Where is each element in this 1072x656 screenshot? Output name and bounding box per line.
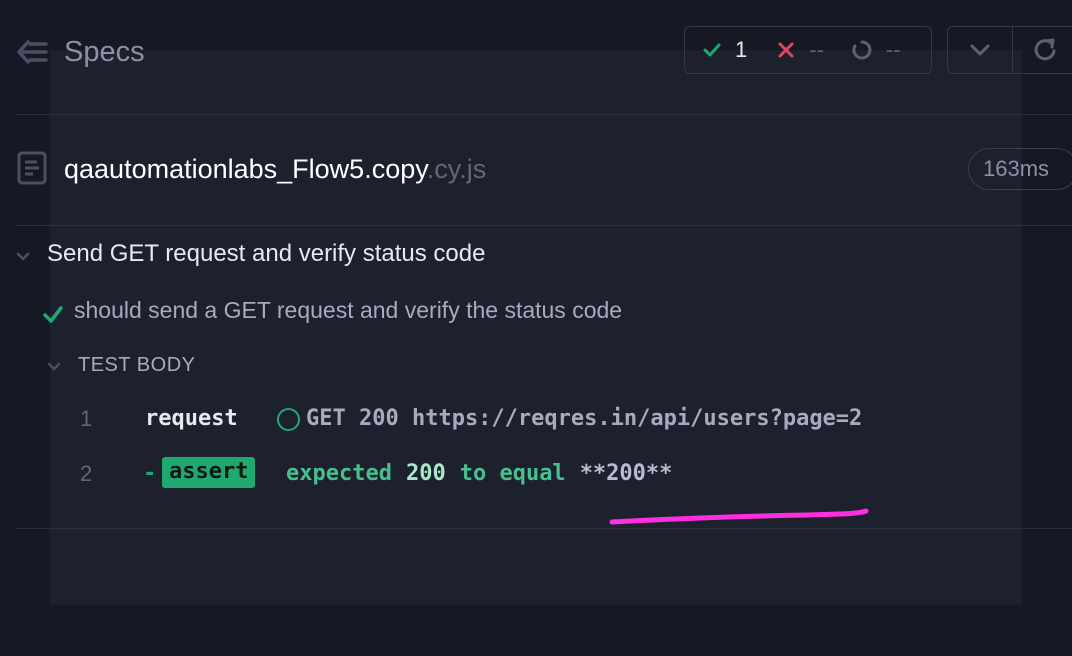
annotation-underline bbox=[609, 508, 869, 525]
header-divider bbox=[16, 114, 1072, 115]
refresh-icon bbox=[1034, 38, 1055, 61]
request-status-circle-icon bbox=[277, 408, 300, 431]
failed-count: -- bbox=[809, 37, 824, 62]
passed-stat: 1 bbox=[703, 27, 747, 73]
spec-file-name[interactable]: qaautomationlabs_Flow5.copy.cy.js bbox=[64, 154, 486, 185]
spec-file-extension: .cy.js bbox=[426, 154, 487, 184]
passed-count: 1 bbox=[735, 37, 748, 62]
file-divider bbox=[16, 225, 1072, 226]
assert-message: expected 200 to equal **200** bbox=[286, 461, 672, 486]
check-icon bbox=[703, 43, 721, 57]
expand-collapse-button[interactable] bbox=[948, 27, 1012, 73]
assert-message-expected: expected bbox=[286, 461, 392, 486]
suite-title[interactable]: Send GET request and verify status code bbox=[47, 240, 485, 268]
spec-duration-badge: 163ms bbox=[968, 148, 1072, 190]
command-number: 2 bbox=[80, 461, 93, 486]
assert-message-matcher: to equal bbox=[459, 461, 566, 486]
command-dash: - bbox=[143, 461, 157, 486]
back-arrow-icon[interactable] bbox=[16, 38, 48, 66]
chevron-down-icon bbox=[970, 44, 990, 56]
body-bottom-divider bbox=[16, 528, 1072, 529]
test-title[interactable]: should send a GET request and verify the… bbox=[74, 297, 622, 324]
command-message: GET 200 https://reqres.in/api/users?page… bbox=[306, 406, 863, 431]
pending-stat: -- bbox=[852, 27, 901, 73]
test-passed-check-icon bbox=[43, 306, 63, 323]
test-body-chevron-icon[interactable] bbox=[46, 361, 62, 373]
assert-badge: assert bbox=[162, 457, 256, 488]
command-name: request bbox=[145, 406, 238, 431]
pending-count: -- bbox=[885, 37, 901, 62]
specs-title[interactable]: Specs bbox=[64, 36, 145, 69]
command-number: 1 bbox=[80, 406, 93, 431]
suite-chevron-icon[interactable] bbox=[15, 251, 31, 263]
file-icon bbox=[17, 151, 47, 185]
x-icon bbox=[778, 42, 794, 58]
failed-stat: -- bbox=[777, 27, 824, 73]
test-stats: 1 -- -- bbox=[684, 26, 932, 74]
spec-file-basename: qaautomationlabs_Flow5.copy bbox=[64, 154, 427, 184]
reporter: Specs 1 -- -- qaautomationlabs_Flow5.cop… bbox=[0, 0, 1072, 656]
rerun-button[interactable] bbox=[1012, 27, 1072, 73]
pending-spinner-icon bbox=[852, 40, 872, 60]
assert-message-expected-value: **200** bbox=[579, 461, 673, 486]
assert-message-actual-value: 200 bbox=[405, 461, 446, 486]
runner-controls bbox=[947, 26, 1072, 74]
test-body-label[interactable]: TEST BODY bbox=[78, 354, 196, 377]
